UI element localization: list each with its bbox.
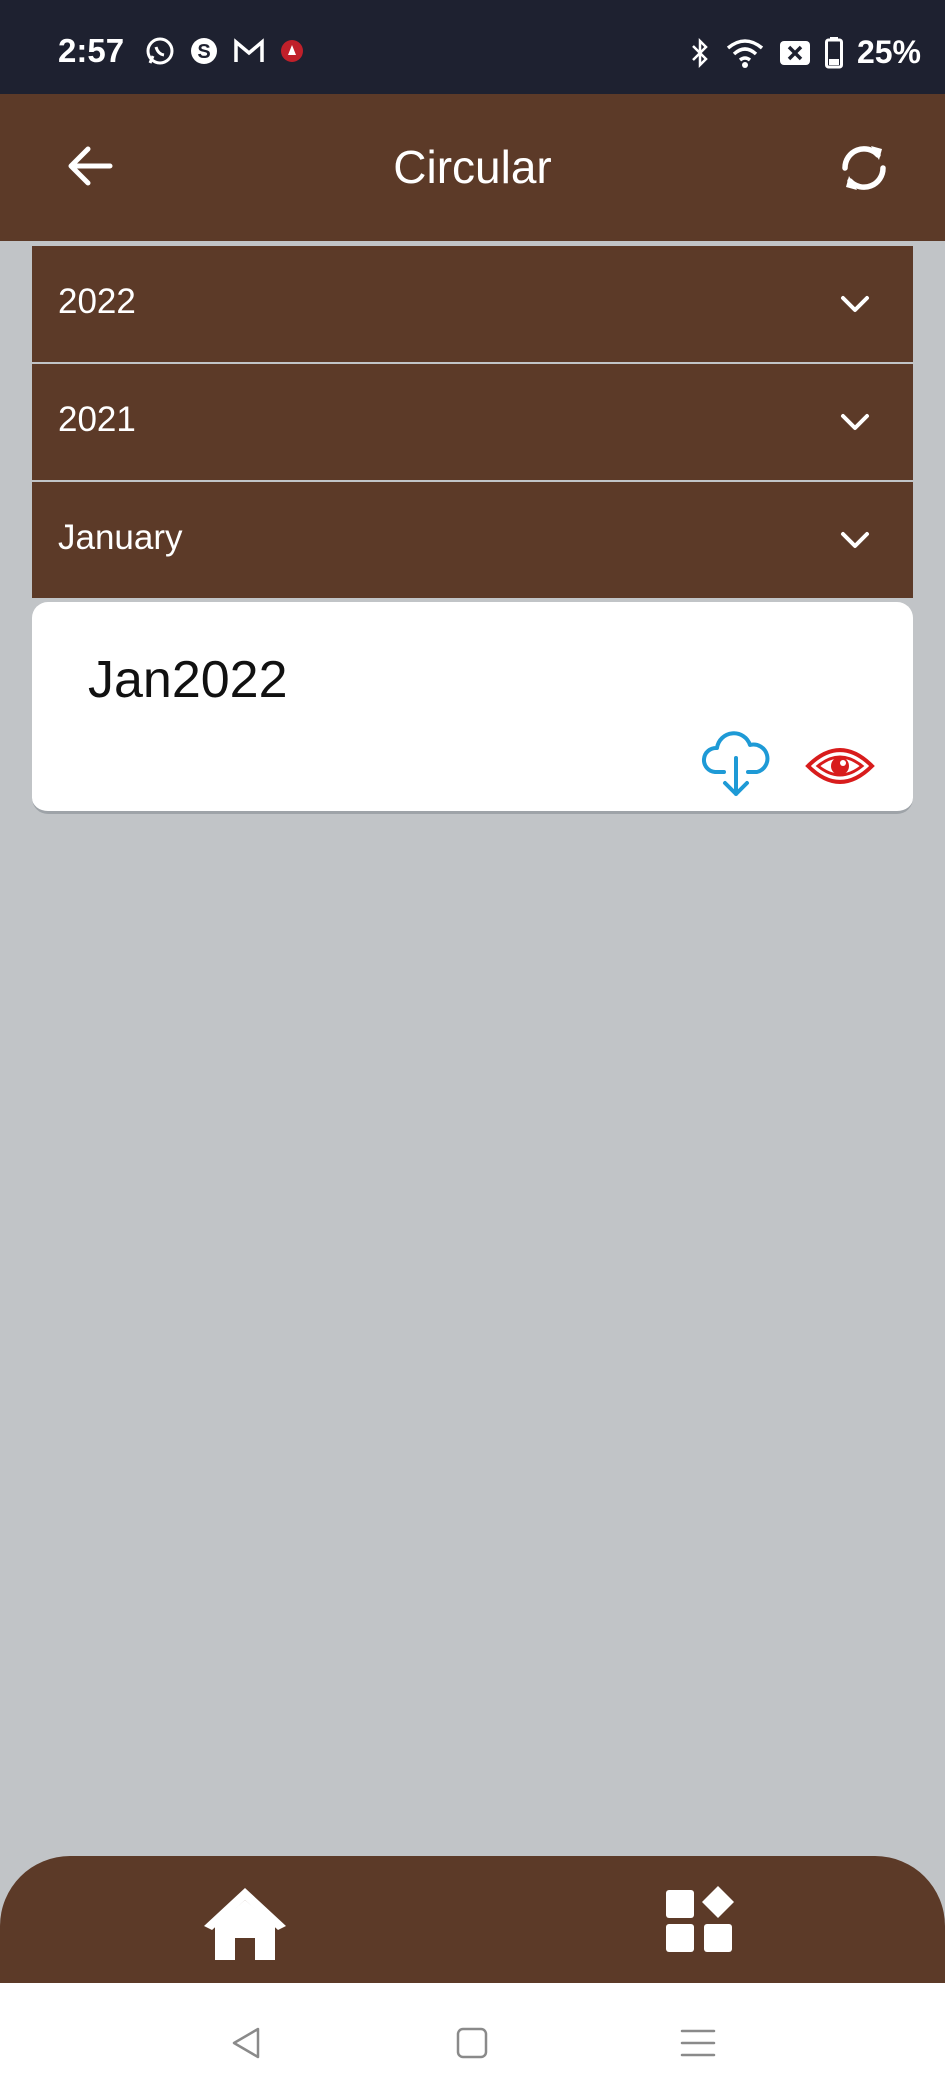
menu-lines-icon[interactable] xyxy=(678,2023,718,2063)
chevron-down-icon xyxy=(841,296,869,312)
status-time: 2:57 xyxy=(58,32,125,69)
home-square-icon[interactable] xyxy=(452,2023,492,2063)
cloud-download-icon xyxy=(702,731,770,796)
battery-icon xyxy=(824,36,843,68)
accordion-year-2022[interactable]: 2022 xyxy=(32,246,913,362)
sim-off-icon xyxy=(779,40,810,65)
chevron-down-icon xyxy=(841,532,869,548)
wifi-icon xyxy=(726,38,764,68)
view-button[interactable] xyxy=(804,738,876,794)
apps-nav-button[interactable] xyxy=(664,1884,736,1956)
bottom-nav xyxy=(0,1856,945,1983)
accordion-label: January xyxy=(58,518,183,557)
page-title: Circular xyxy=(393,141,552,193)
home-icon xyxy=(204,1888,286,1960)
eye-icon xyxy=(805,748,875,784)
back-triangle-icon[interactable] xyxy=(226,2023,266,2063)
skype-icon: S xyxy=(191,38,217,64)
download-button[interactable] xyxy=(700,730,772,798)
accordion-label: 2022 xyxy=(58,282,136,321)
bluetooth-icon xyxy=(692,37,708,68)
status-bar: 2:57 S 25% xyxy=(0,0,945,94)
accordion-month-january[interactable]: January xyxy=(32,482,913,598)
accordion-label: 2021 xyxy=(58,400,136,439)
battery-percent: 25% xyxy=(856,34,921,70)
app-bar: Circular xyxy=(0,94,945,241)
circular-title: Jan2022 xyxy=(88,651,288,709)
gmail-icon xyxy=(234,38,264,62)
system-nav-bar xyxy=(0,1983,945,2100)
accordion-year-2021[interactable]: 2021 xyxy=(32,364,913,480)
home-nav-button[interactable] xyxy=(200,1884,290,1964)
chevron-down-icon xyxy=(841,414,869,430)
svg-text:S: S xyxy=(197,41,210,63)
whatsapp-icon xyxy=(146,37,174,65)
refresh-button[interactable] xyxy=(836,140,892,196)
notification-icon xyxy=(281,40,303,62)
apps-grid-icon xyxy=(666,1886,734,1952)
refresh-icon xyxy=(842,146,886,190)
circular-card: Jan2022 xyxy=(32,602,913,814)
